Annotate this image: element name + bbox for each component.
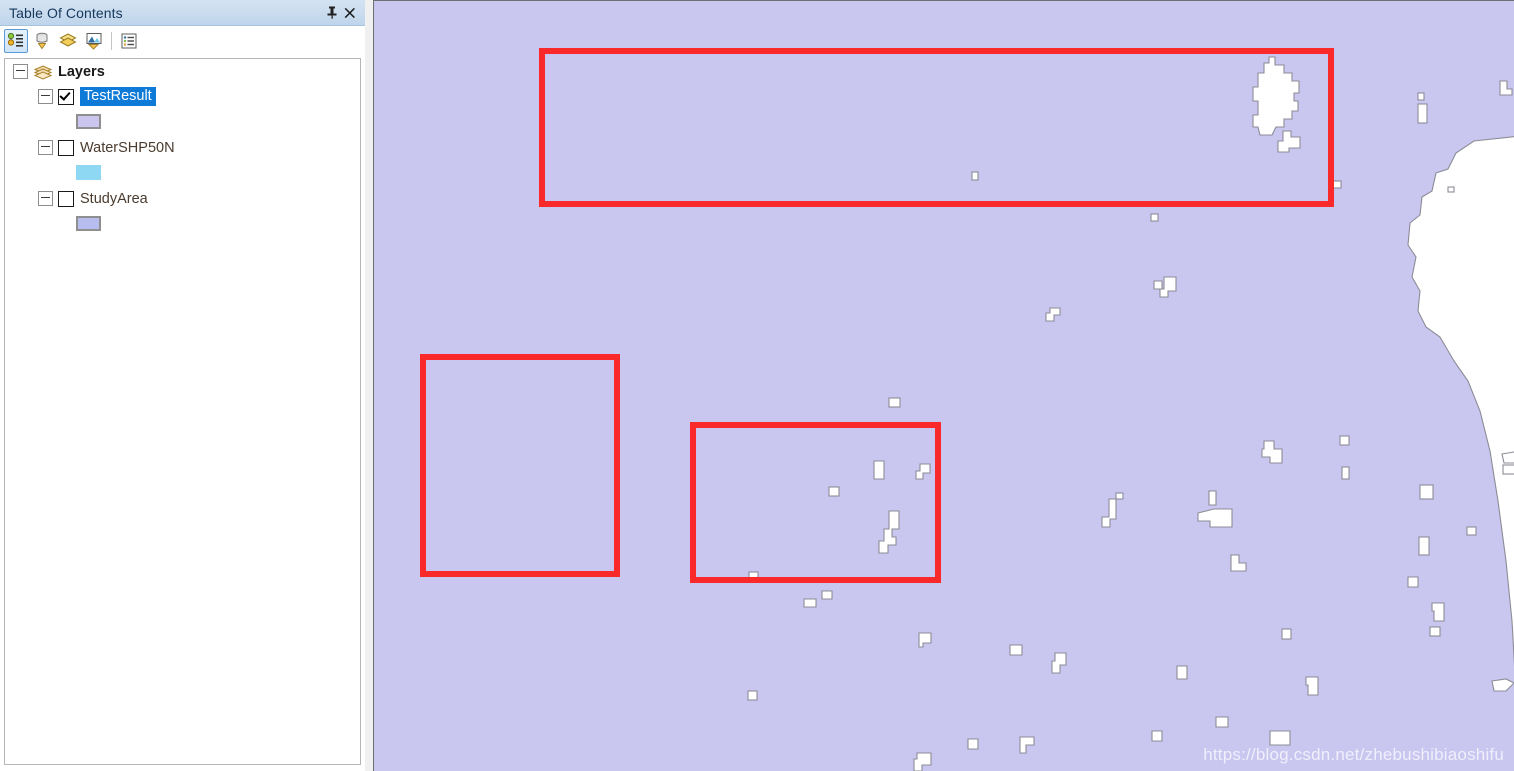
list-by-selection-button[interactable] — [82, 29, 106, 53]
expander-watershp50n[interactable] — [38, 140, 53, 155]
tree-label-layers: Layers — [58, 63, 105, 80]
expander-testresult[interactable] — [38, 89, 53, 104]
options-button[interactable] — [117, 29, 141, 53]
tree-label-studyarea[interactable]: StudyArea — [80, 191, 148, 207]
expander-layers[interactable] — [13, 64, 28, 79]
toolbar-separator — [111, 31, 112, 50]
drawing-order-icon — [7, 32, 23, 47]
arcmap-window: Table Of Contents Layers TestResult Wate… — [0, 0, 1514, 771]
symbol-swatch-testresult[interactable] — [76, 113, 101, 129]
layers-tree[interactable]: Layers TestResult WaterSHP50N StudyArea — [4, 58, 362, 765]
tree-row-studyarea[interactable]: StudyArea — [5, 186, 360, 211]
close-icon[interactable] — [341, 4, 359, 22]
symbol-swatch-watershp50n[interactable] — [76, 164, 101, 180]
toc-title-bar: Table Of Contents — [0, 0, 366, 26]
selection-icon — [86, 32, 102, 50]
map-canvas[interactable] — [374, 1, 1514, 771]
table-of-contents-panel: Table Of Contents Layers TestResult Wate… — [0, 0, 366, 771]
checkbox-studyarea[interactable] — [58, 190, 74, 207]
symbol-swatch-studyarea[interactable] — [76, 215, 101, 231]
tree-row-watershp50n[interactable]: WaterSHP50N — [5, 135, 360, 160]
list-by-source-button[interactable] — [30, 29, 54, 53]
layer-stack-icon — [33, 64, 53, 80]
list-by-drawing-order-button[interactable] — [4, 28, 28, 53]
expander-studyarea[interactable] — [38, 191, 53, 206]
checkbox-watershp50n[interactable] — [58, 139, 74, 156]
tree-label-watershp50n[interactable]: WaterSHP50N — [80, 140, 175, 156]
swatch-row-watershp50n — [5, 160, 360, 184]
source-icon — [36, 32, 48, 49]
options-list-icon — [121, 33, 137, 48]
swatch-row-studyarea — [5, 211, 360, 235]
toc-toolbar — [0, 26, 366, 56]
tree-row-layers[interactable]: Layers — [5, 59, 360, 84]
tree-label-testresult[interactable]: TestResult — [80, 87, 156, 106]
checkbox-testresult[interactable] — [58, 88, 74, 105]
swatch-row-testresult — [5, 109, 360, 133]
visibility-icon — [59, 32, 77, 47]
tree-row-testresult[interactable]: TestResult — [5, 84, 360, 109]
list-by-visibility-button[interactable] — [56, 29, 80, 53]
map-view[interactable]: https://blog.csdn.net/zhebushibiaoshifu — [373, 0, 1514, 771]
panel-title: Table Of Contents — [9, 4, 123, 21]
pin-icon[interactable] — [323, 4, 341, 22]
